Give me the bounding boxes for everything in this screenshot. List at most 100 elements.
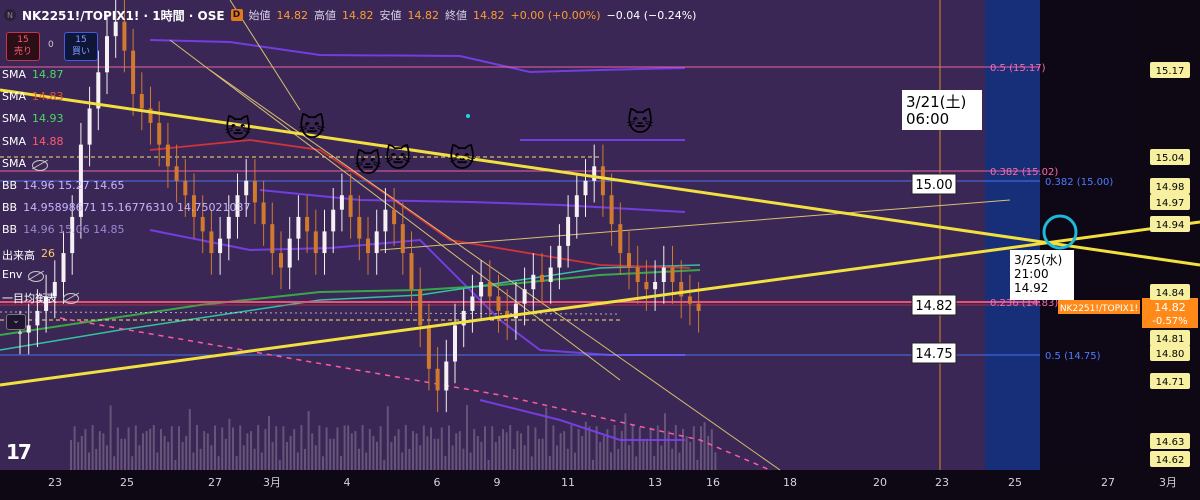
volume-bar bbox=[199, 448, 202, 470]
volume-bar bbox=[127, 427, 130, 470]
y-tick-label: 14.63 bbox=[1156, 437, 1185, 448]
volume-bar bbox=[624, 413, 627, 470]
annotation-text: 06:00 bbox=[906, 110, 949, 128]
cat-emoji-icon: 🐱 bbox=[448, 144, 475, 174]
volume-bar bbox=[149, 428, 152, 470]
buy-button[interactable]: 15 買い bbox=[64, 32, 98, 61]
candle-body bbox=[540, 274, 544, 282]
volume-bar bbox=[253, 448, 256, 470]
candle-body bbox=[635, 267, 640, 282]
indicator-row-8[interactable]: 出来高 26 bbox=[2, 247, 55, 263]
volume-bar bbox=[638, 427, 641, 470]
y-tick-label: 15.04 bbox=[1156, 153, 1185, 164]
volume-bar bbox=[707, 435, 710, 470]
volume-bar bbox=[91, 425, 94, 470]
indicator-name: BB bbox=[2, 179, 18, 192]
volume-bar bbox=[412, 430, 414, 470]
spread-value: 0 bbox=[48, 40, 54, 50]
indicator-name: BB bbox=[2, 223, 18, 236]
volume-bar bbox=[646, 438, 648, 470]
volume-bar bbox=[714, 452, 717, 470]
volume-bar bbox=[271, 441, 274, 470]
volume-bar bbox=[480, 441, 483, 470]
volume-bar bbox=[296, 452, 299, 470]
volume-bar bbox=[419, 445, 422, 470]
volume-bar bbox=[466, 405, 468, 470]
volume-bar bbox=[350, 433, 353, 470]
indicator-row-9[interactable]: Env bbox=[2, 268, 45, 282]
collapse-indicators-button[interactable]: ⌄ bbox=[6, 314, 26, 330]
volume-bar bbox=[440, 427, 443, 470]
candle-body bbox=[374, 231, 379, 254]
volume-bar bbox=[343, 425, 346, 470]
volume-bar bbox=[210, 445, 213, 470]
volume-bar bbox=[98, 431, 101, 470]
volume-bar bbox=[451, 445, 454, 470]
x-tick-label: 3月 bbox=[1159, 476, 1177, 489]
volume-bar bbox=[649, 427, 652, 470]
volume-bar bbox=[77, 441, 80, 470]
candle-body bbox=[105, 36, 109, 73]
candle-body bbox=[479, 282, 484, 297]
close-value: 14.82 bbox=[473, 8, 505, 22]
volume-bar bbox=[664, 413, 666, 470]
volume-bar bbox=[689, 441, 692, 470]
hidden-eye-icon[interactable] bbox=[32, 160, 48, 171]
volume-bar bbox=[84, 429, 87, 470]
indicator-row-10[interactable]: 一目均衡表 bbox=[2, 290, 79, 306]
volume-bar bbox=[404, 425, 407, 470]
volume-bar bbox=[563, 431, 566, 470]
volume-bar bbox=[329, 438, 332, 470]
candle-body bbox=[139, 94, 144, 109]
indicator-value: 26 bbox=[41, 247, 55, 260]
volume-bar bbox=[368, 429, 371, 470]
indicator-row-2[interactable]: SMA 14.93 bbox=[2, 112, 64, 125]
y-tick-label: 14.71 bbox=[1156, 377, 1185, 388]
volume-bar bbox=[325, 427, 328, 470]
volume-bar bbox=[372, 435, 375, 470]
annotation-text: 3/21(土) bbox=[906, 93, 966, 111]
volume-bar bbox=[588, 426, 591, 470]
candle-body bbox=[339, 195, 344, 210]
volume-bar bbox=[703, 422, 706, 470]
volume-bar bbox=[347, 425, 350, 470]
price-chart[interactable]: 0.5 (15.17)0.382 (15.02)0.236 (14.83)0.3… bbox=[0, 0, 1200, 500]
volume-bar bbox=[635, 456, 638, 470]
volume-bar bbox=[293, 429, 296, 470]
volume-bar bbox=[217, 456, 220, 470]
open-label: 始値 bbox=[248, 9, 271, 22]
volume-bar bbox=[282, 426, 285, 470]
volume-bar bbox=[494, 442, 497, 470]
candle-body bbox=[87, 108, 92, 145]
volume-bar bbox=[570, 425, 573, 470]
current-price-value: 14.82 bbox=[1154, 301, 1186, 314]
indicator-row-5[interactable]: BB 14.96 15.27 14.65 bbox=[2, 179, 125, 192]
hidden-eye-icon[interactable] bbox=[28, 271, 45, 282]
indicator-name: SMA bbox=[2, 90, 26, 103]
volume-bar bbox=[426, 436, 429, 470]
volume-bar bbox=[376, 441, 378, 470]
symbol-title[interactable]: NK2251!/TOPIX1! · 1時間 · OSE bbox=[22, 7, 225, 24]
x-tick-label: 11 bbox=[561, 476, 575, 489]
volume-bar bbox=[581, 436, 584, 470]
volume-bar bbox=[95, 448, 98, 470]
annotation-text: 21:00 bbox=[1014, 267, 1049, 281]
indicator-row-7[interactable]: BB 14.96 15.06 14.85 bbox=[2, 223, 125, 236]
volume-bar bbox=[185, 435, 188, 470]
volume-bar bbox=[448, 425, 450, 470]
indicator-row-0[interactable]: SMA 14.87 bbox=[2, 68, 64, 81]
volume-bar bbox=[617, 448, 620, 470]
candle-body bbox=[392, 209, 397, 225]
indicator-row-1[interactable]: SMA 14.83 bbox=[2, 90, 64, 103]
sell-button[interactable]: 15 売り bbox=[6, 32, 40, 61]
low-label: 安値 bbox=[379, 9, 402, 22]
indicator-row-3[interactable]: SMA 14.88 bbox=[2, 135, 64, 148]
hidden-eye-icon[interactable] bbox=[63, 293, 79, 304]
volume-bar bbox=[365, 452, 368, 470]
volume-bar bbox=[142, 433, 144, 470]
indicator-row-6[interactable]: BB 14.95898671 15.16776310 14.75021037 bbox=[2, 201, 251, 214]
indicator-row-4[interactable]: SMA bbox=[2, 157, 48, 171]
candle-body bbox=[496, 296, 501, 311]
candle-body bbox=[661, 267, 666, 282]
volume-bar bbox=[170, 426, 173, 470]
